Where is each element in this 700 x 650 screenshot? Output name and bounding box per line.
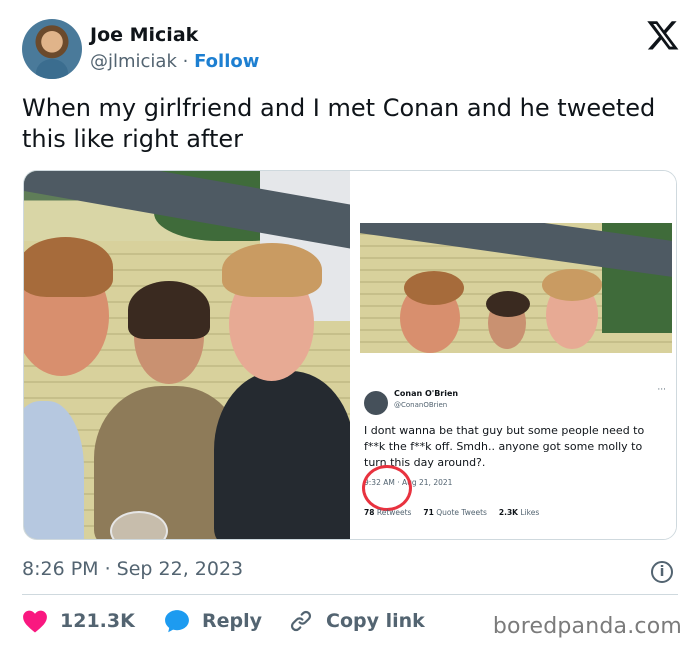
embedded-tweet: Conan O'Brien @ConanOBrien ··· I dont wa… xyxy=(360,361,672,531)
copy-link-button[interactable]: Copy link xyxy=(288,606,425,636)
quotes-count: 71 xyxy=(423,508,434,517)
reply-button[interactable]: Reply xyxy=(164,606,262,636)
divider xyxy=(22,594,678,595)
tweet-header: Joe Miciak @jlmiciak · Follow xyxy=(22,16,682,80)
mini-photo xyxy=(360,223,672,353)
copy-label: Copy link xyxy=(326,610,425,632)
embedded-text: I dont wanna be that guy but some people… xyxy=(364,424,645,469)
action-bar: 121.3K Reply Copy link xyxy=(22,606,492,638)
follow-button[interactable]: Follow xyxy=(194,51,259,72)
author-handle[interactable]: @jlmiciak xyxy=(90,51,177,72)
x-logo-icon[interactable] xyxy=(646,18,680,52)
retweets-label: Retweets xyxy=(376,508,412,517)
tweet-media[interactable]: Conan O'Brien @ConanOBrien ··· I dont wa… xyxy=(23,170,677,540)
tweet-text: When my girlfriend and I met Conan and h… xyxy=(22,94,656,153)
more-icon: ··· xyxy=(657,385,666,395)
heart-icon xyxy=(23,610,47,633)
like-button[interactable]: 121.3K xyxy=(22,606,135,636)
embedded-stats: 78 Retweets 71 Quote Tweets 2.3K Likes xyxy=(364,508,539,517)
highlight-circle xyxy=(362,465,412,511)
likes-count: 2.3K xyxy=(498,508,518,517)
retweets-count: 78 xyxy=(364,508,375,517)
selfie-photo[interactable] xyxy=(24,171,350,539)
link-icon xyxy=(290,610,312,632)
author-handle-row: @jlmiciak · Follow xyxy=(90,51,259,72)
author-name[interactable]: Joe Miciak xyxy=(90,24,198,46)
conan-tweet-screenshot[interactable]: Conan O'Brien @ConanOBrien ··· I dont wa… xyxy=(350,171,676,539)
avatar[interactable] xyxy=(22,19,82,79)
embedded-handle: @ConanOBrien xyxy=(394,401,448,409)
like-count: 121.3K xyxy=(60,610,135,632)
embedded-name: Conan O'Brien xyxy=(394,389,459,398)
reply-label: Reply xyxy=(202,610,263,632)
quotes-label: Quote Tweets xyxy=(436,508,487,517)
speech-bubble-icon xyxy=(165,610,189,633)
likes-label: Likes xyxy=(520,508,540,517)
watermark: boredpanda.com xyxy=(492,614,682,639)
embedded-avatar xyxy=(364,391,388,415)
info-icon[interactable]: i xyxy=(651,561,673,583)
separator: · xyxy=(182,51,189,72)
tweet-timestamp[interactable]: 8:26 PM · Sep 22, 2023 xyxy=(22,558,243,580)
